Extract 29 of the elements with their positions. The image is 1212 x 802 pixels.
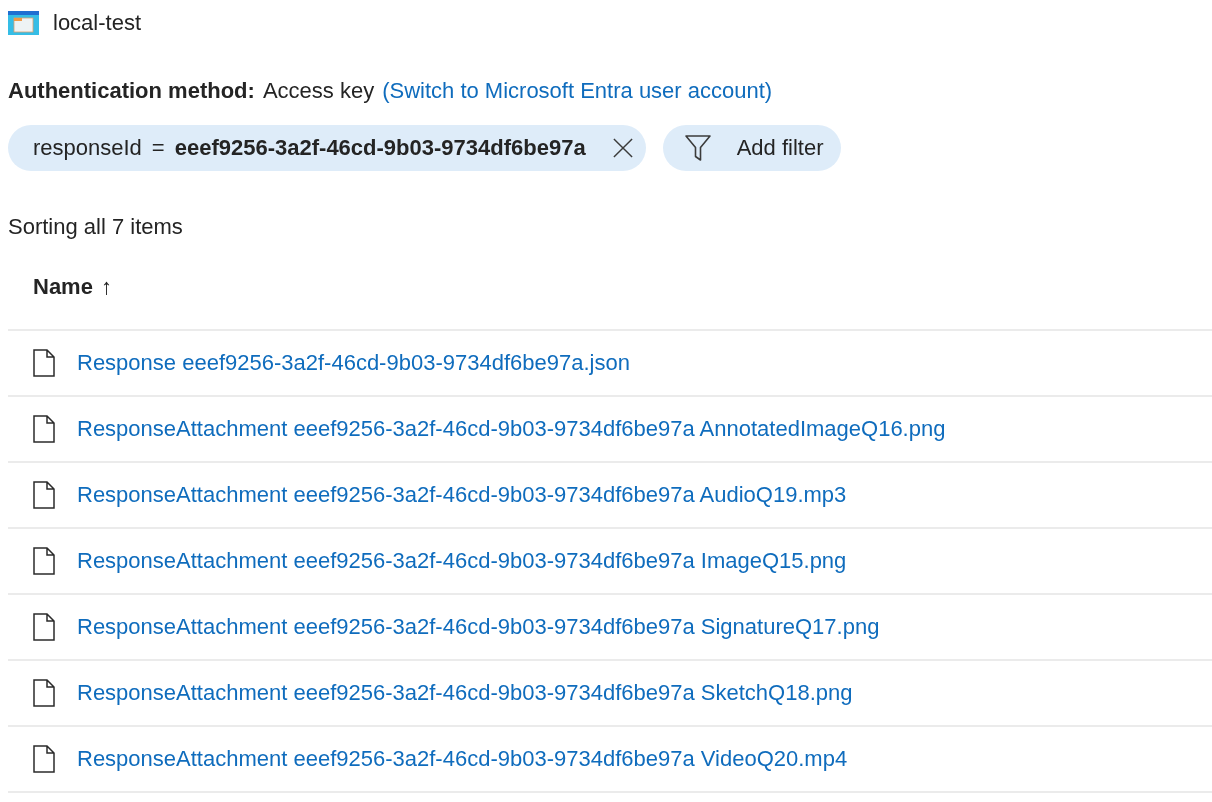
filter-operator: =	[151, 135, 165, 161]
file-icon	[33, 613, 55, 641]
file-link[interactable]: ResponseAttachment eeef9256-3a2f-46cd-9b03-9734df6be97a ImageQ15.png	[77, 547, 847, 575]
filter-value: eeef9256-3a2f-46cd-9b03-9734df6be97a	[174, 135, 586, 161]
file-icon	[33, 745, 55, 773]
window-icon	[8, 11, 39, 35]
file-icon	[33, 679, 55, 707]
file-link[interactable]: ResponseAttachment eeef9256-3a2f-46cd-9b03-9734df6be97a AnnotatedImageQ16.png	[77, 415, 946, 443]
add-filter-button[interactable]: Add filter	[662, 125, 842, 171]
auth-method-label: Authentication method:	[8, 77, 255, 105]
switch-auth-link[interactable]: (Switch to Microsoft Entra user account)	[382, 77, 773, 105]
file-link[interactable]: Response eeef9256-3a2f-46cd-9b03-9734df6be97a.json	[77, 349, 630, 377]
filter-pill[interactable]: responseId = eeef9256-3a2f-46cd-9b03-9734df6be97a	[8, 125, 646, 171]
file-link[interactable]: ResponseAttachment eeef9256-3a2f-46cd-9b03-9734df6be97a SketchQ18.png	[77, 679, 853, 707]
item-count-text: Sorting all 7 items	[8, 213, 184, 241]
file-link[interactable]: ResponseAttachment eeef9256-3a2f-46cd-9b03-9734df6be97a VideoQ20.mp4	[77, 745, 848, 773]
close-icon	[612, 138, 633, 158]
filter-icon	[684, 135, 711, 161]
file-icon	[33, 547, 55, 575]
file-link[interactable]: ResponseAttachment eeef9256-3a2f-46cd-9b03-9734df6be97a AudioQ19.mp3	[77, 481, 847, 509]
auth-method-value: Access key	[262, 77, 375, 105]
file-icon	[33, 349, 55, 377]
sort-arrow-icon: ↑	[100, 273, 112, 301]
file-link[interactable]: ResponseAttachment eeef9256-3a2f-46cd-9b03-9734df6be97a SignatureQ17.png	[77, 613, 880, 641]
file-icon	[33, 481, 55, 509]
resource-title: local-test	[53, 9, 142, 37]
file-icon	[33, 415, 55, 443]
column-header[interactable]: Name ↑	[33, 273, 112, 301]
filter-field: responseId	[33, 135, 142, 161]
